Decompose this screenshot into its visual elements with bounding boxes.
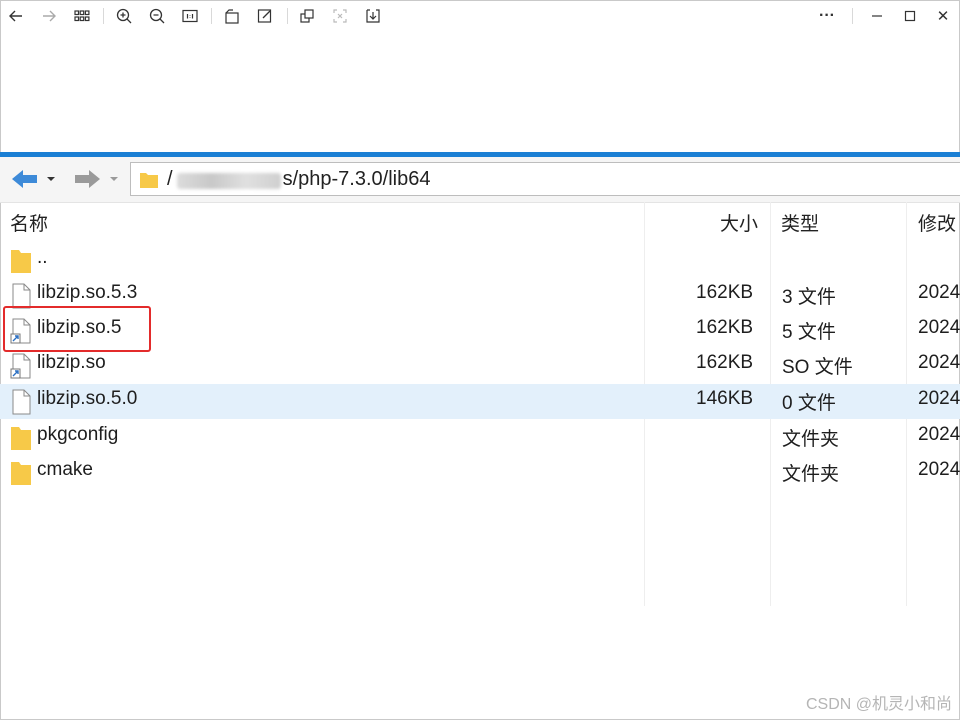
zoom-out-icon[interactable] [146, 5, 168, 27]
column-header-name[interactable]: 名称 [10, 209, 48, 236]
zoom-in-icon[interactable] [113, 5, 135, 27]
file-type: 文件夹 [782, 429, 840, 450]
highlight-annotation-box [3, 306, 151, 352]
nav-forward-button[interactable] [72, 167, 122, 191]
file-modified: 2024 [918, 459, 960, 480]
file-icon [12, 389, 31, 415]
edit-icon[interactable] [254, 5, 276, 27]
minimize-icon[interactable] [866, 5, 888, 27]
file-type: 3 文件 [782, 287, 836, 308]
folder-icon [11, 427, 31, 450]
file-modified: 2024 [918, 282, 960, 303]
file-name: libzip.so.5.3 [37, 282, 138, 303]
nav-back-button[interactable] [10, 167, 56, 191]
copy-icon[interactable] [296, 5, 318, 27]
column-header-size[interactable]: 大小 [720, 209, 758, 236]
list-item[interactable]: pkgconfig 文件夹 2024 [0, 420, 960, 455]
list-item-selected[interactable]: libzip.so.5.0 146KB 0 文件 2024 [0, 384, 960, 419]
navigation-bar: / s/php-7.3.0/lib64 [0, 157, 960, 203]
file-name: libzip.so [37, 352, 106, 373]
list-header: 名称 大小 类型 修改 [0, 202, 960, 240]
watermark: CSDN @机灵小和尚 [805, 696, 952, 713]
file-type: 5 文件 [782, 322, 836, 343]
file-name: cmake [37, 459, 93, 480]
rotate-icon[interactable] [221, 5, 243, 27]
file-type: 0 文件 [782, 393, 836, 414]
file-modified: 2024 [918, 424, 960, 445]
file-size: 162KB [696, 352, 754, 373]
back-arrow-icon[interactable] [5, 5, 27, 27]
column-header-type[interactable]: 类型 [781, 209, 819, 236]
maximize-icon[interactable] [899, 5, 921, 27]
folder-icon [11, 250, 31, 273]
list-item[interactable]: .. [0, 243, 960, 278]
download-icon[interactable] [362, 5, 384, 27]
column-header-modified[interactable]: 修改 [918, 209, 956, 236]
list-item[interactable]: libzip.so 162KB SO 文件 2024 [0, 348, 960, 383]
file-type: SO 文件 [782, 357, 853, 378]
grid-icon[interactable] [71, 5, 93, 27]
redacted-path-segment [177, 173, 281, 189]
file-name: libzip.so.5.0 [37, 388, 138, 409]
path-input[interactable]: / s/php-7.3.0/lib64 [130, 162, 960, 196]
list-item[interactable]: cmake 文件夹 2024 [0, 455, 960, 490]
file-name: .. [37, 247, 48, 268]
file-modified: 2024 [918, 388, 960, 409]
file-size: 162KB [696, 317, 754, 338]
fit-icon[interactable] [329, 5, 351, 27]
file-size: 146KB [696, 388, 754, 409]
forward-arrow-icon[interactable] [38, 5, 60, 27]
symlink-file-icon [10, 353, 31, 379]
file-modified: 2024 [918, 352, 960, 373]
actual-size-icon[interactable] [179, 5, 201, 27]
more-icon[interactable]: ··· [816, 5, 838, 27]
viewer-toolbar: ··· ✕ [0, 0, 960, 34]
close-icon[interactable]: ✕ [932, 5, 954, 27]
file-name: pkgconfig [37, 424, 119, 445]
file-type: 文件夹 [782, 464, 840, 485]
folder-icon [11, 462, 31, 485]
folder-icon [140, 173, 158, 188]
file-size: 162KB [696, 282, 754, 303]
file-modified: 2024 [918, 317, 960, 338]
